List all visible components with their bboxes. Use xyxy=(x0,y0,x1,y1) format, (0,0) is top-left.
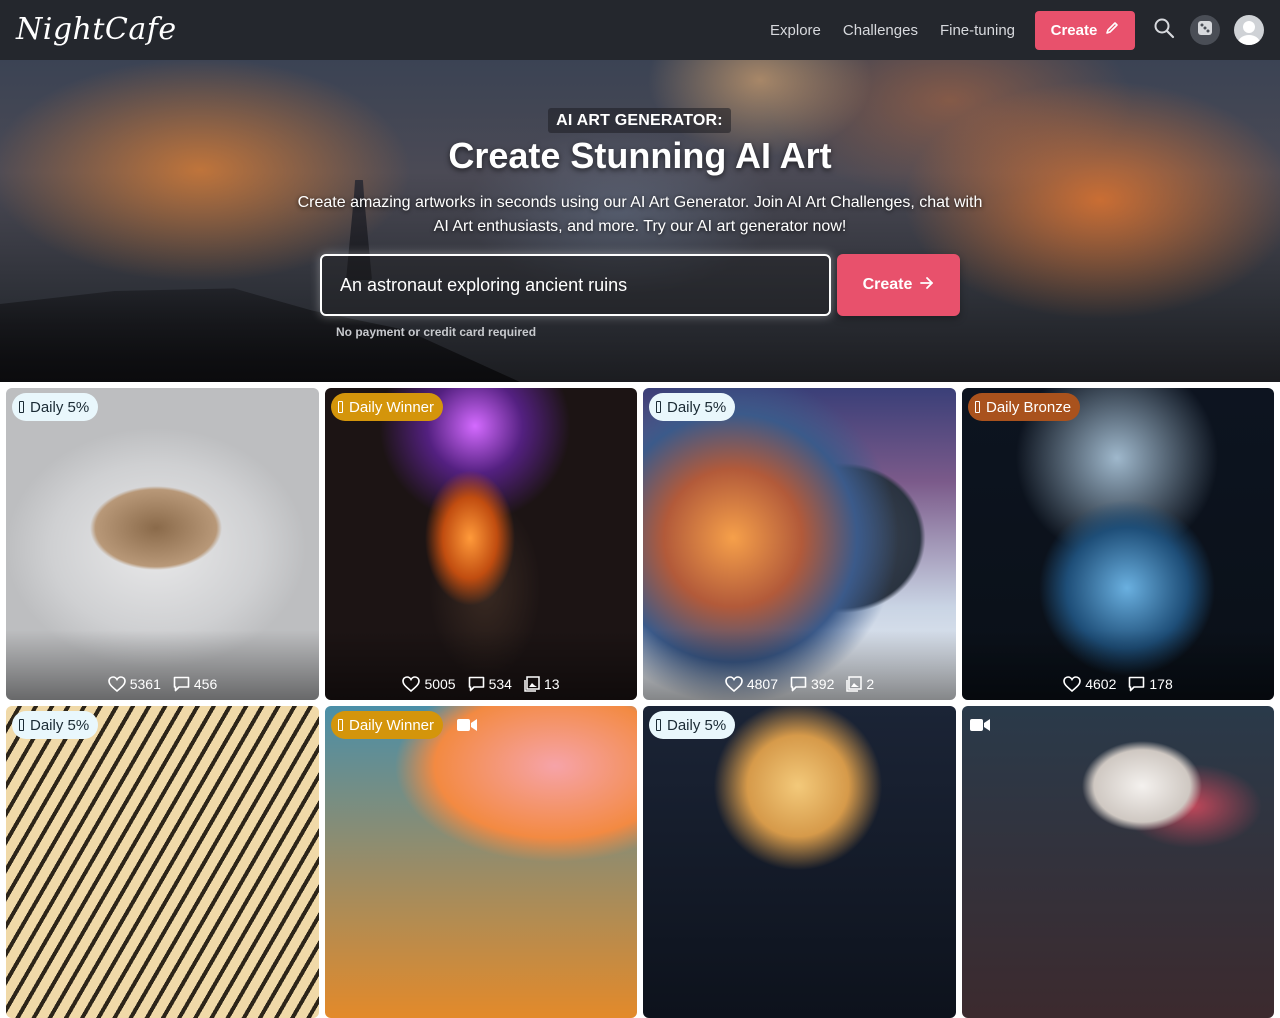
prompt-input-value: An astronaut exploring ancient ruins xyxy=(340,274,628,295)
top-navbar: NightCafe Explore Challenges Fine-tuning… xyxy=(0,0,1280,60)
images-icon xyxy=(846,676,863,692)
images-button[interactable]: 13 xyxy=(524,676,560,692)
nav-links: Explore Challenges Fine-tuning Create xyxy=(770,10,1264,50)
hero-create-label: Create xyxy=(862,276,913,293)
user-avatar[interactable] xyxy=(1234,15,1264,45)
award-badge: Daily 5% xyxy=(649,393,736,421)
like-button[interactable]: 4602 xyxy=(1063,676,1116,692)
award-badge-label: Daily Winner xyxy=(349,716,435,734)
like-count: 4602 xyxy=(1085,676,1117,692)
award-badge: Daily 5% xyxy=(649,711,736,739)
comment-button[interactable]: 534 xyxy=(468,676,512,692)
artwork-card[interactable]: Daily Winner xyxy=(325,706,637,1018)
image-count: 13 xyxy=(543,676,560,692)
artwork-card[interactable]: Daily 5% 5361 456 xyxy=(6,388,319,700)
award-badge: Daily Winner xyxy=(331,393,444,421)
award-badge-label: Daily 5% xyxy=(667,716,727,734)
comment-icon xyxy=(468,676,485,692)
dice-icon xyxy=(1197,20,1213,41)
award-badge: Daily Winner xyxy=(331,711,444,739)
artwork-card[interactable]: Daily 5% 4807 392 2 xyxy=(643,388,956,700)
user-icon xyxy=(1234,21,1264,45)
comment-count: 534 xyxy=(488,676,512,692)
award-badge-label: Daily 5% xyxy=(667,398,727,416)
images-icon xyxy=(524,676,540,692)
card-stats: 4807 392 2 xyxy=(643,676,956,692)
trophy-icon xyxy=(656,401,661,413)
nav-link-challenges[interactable]: Challenges xyxy=(843,22,918,39)
award-badge-label: Daily Bronze xyxy=(986,398,1072,416)
hero-create-button[interactable]: Create xyxy=(837,254,960,316)
like-count: 5361 xyxy=(129,676,161,692)
award-badge: Daily 5% xyxy=(12,393,99,421)
award-badge-label: Daily Winner xyxy=(349,398,435,416)
comment-icon xyxy=(1128,676,1145,692)
like-button[interactable]: 4807 xyxy=(725,676,778,692)
award-badge-label: Daily 5% xyxy=(30,398,90,416)
card-stats: 4602 178 xyxy=(962,676,1274,692)
award-badge-label: Daily 5% xyxy=(30,716,90,734)
like-button[interactable]: 5361 xyxy=(107,676,161,692)
artwork-card[interactable]: Daily Winner 5005 534 13 xyxy=(325,388,637,700)
card-stats: 5361 456 xyxy=(6,676,319,692)
prompt-input[interactable]: An astronaut exploring ancient ruins xyxy=(320,254,831,316)
trophy-icon xyxy=(338,719,343,731)
like-count: 4807 xyxy=(746,676,778,692)
like-count: 5005 xyxy=(424,676,456,692)
nav-create-label: Create xyxy=(1050,21,1098,39)
search-icon xyxy=(1153,17,1175,44)
nav-link-explore[interactable]: Explore xyxy=(770,22,821,39)
comment-button[interactable]: 456 xyxy=(173,676,217,692)
trophy-icon xyxy=(656,719,661,731)
hero-subtitle: Create amazing artworks in seconds using… xyxy=(297,194,983,235)
comment-icon xyxy=(173,676,190,692)
image-count: 2 xyxy=(866,676,875,692)
pencil-icon xyxy=(1105,21,1119,39)
heart-icon xyxy=(725,676,743,692)
trophy-icon xyxy=(19,719,24,731)
trophy-icon xyxy=(19,401,24,413)
hero-badge: AI ART GENERATOR: xyxy=(548,108,731,133)
comment-count: 178 xyxy=(1149,676,1173,692)
no-payment-note: No payment or credit card required xyxy=(336,325,537,339)
heart-icon xyxy=(402,676,421,692)
trophy-icon xyxy=(338,401,343,413)
video-icon xyxy=(457,718,477,732)
hero-section: AI ART GENERATOR: Create Stunning AI Art… xyxy=(0,60,1280,382)
comment-button[interactable]: 392 xyxy=(790,676,834,692)
artwork-grid: Daily 5% 5361 456 Daily Winner 5005 534 … xyxy=(6,388,1274,1018)
artwork-card[interactable]: Daily Bronze 4602 178 xyxy=(962,388,1274,700)
artwork-card[interactable]: Daily 5% xyxy=(643,706,956,1018)
search-button[interactable] xyxy=(1149,15,1179,45)
artwork-card[interactable] xyxy=(962,706,1274,1018)
like-button[interactable]: 5005 xyxy=(402,676,456,692)
heart-icon xyxy=(1063,676,1082,692)
nav-create-button[interactable]: Create xyxy=(1035,10,1135,50)
comment-count: 392 xyxy=(811,676,835,692)
trophy-icon xyxy=(975,401,980,413)
comment-button[interactable]: 178 xyxy=(1128,676,1173,692)
arrow-right-icon xyxy=(920,276,934,295)
award-badge: Daily 5% xyxy=(12,711,99,739)
video-icon xyxy=(970,718,990,732)
artwork-card[interactable]: Daily 5% xyxy=(6,706,319,1018)
card-stats: 5005 534 13 xyxy=(325,676,637,692)
heart-icon xyxy=(107,676,126,692)
hero-title: Create Stunning AI Art xyxy=(448,135,832,176)
nightcafe-logo[interactable]: NightCafe xyxy=(16,15,177,45)
comment-count: 456 xyxy=(193,676,218,692)
award-badge: Daily Bronze xyxy=(968,393,1081,421)
images-button[interactable]: 2 xyxy=(846,676,874,692)
comment-icon xyxy=(790,676,807,692)
random-button[interactable] xyxy=(1190,15,1220,45)
nav-link-fine-tuning[interactable]: Fine-tuning xyxy=(940,22,1015,39)
